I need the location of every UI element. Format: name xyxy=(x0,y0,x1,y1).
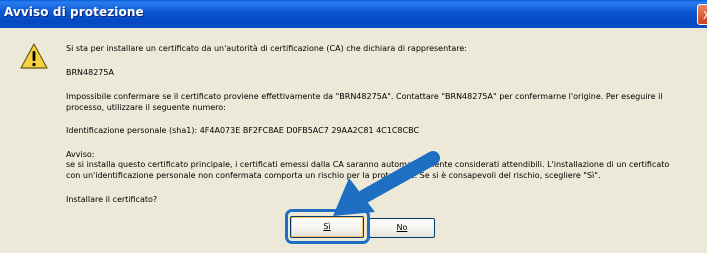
dialog-title: Avviso di protezione xyxy=(4,5,144,19)
thumbprint-text: Identificazione personale (sha1): 4F4A07… xyxy=(66,126,420,135)
ca-name-text: BRN48275A xyxy=(66,68,114,77)
title-bar[interactable]: Avviso di protezione X xyxy=(0,0,707,28)
intro-text: Si sta per installare un certificato da … xyxy=(66,44,467,53)
warning-icon xyxy=(20,43,48,69)
security-warning-dialog: Avviso di protezione X Si sta per instal… xyxy=(0,0,707,253)
install-question: Installare il certificato? xyxy=(66,195,158,204)
pointer-arrow-icon xyxy=(333,151,440,216)
no-button[interactable]: No xyxy=(369,218,435,238)
confirm-text-line-1: Impossibile confermare se il certificato… xyxy=(66,92,663,101)
close-button[interactable]: X xyxy=(697,4,707,25)
confirm-text-line-2: processo, utilizzare il seguente numero: xyxy=(66,103,226,112)
